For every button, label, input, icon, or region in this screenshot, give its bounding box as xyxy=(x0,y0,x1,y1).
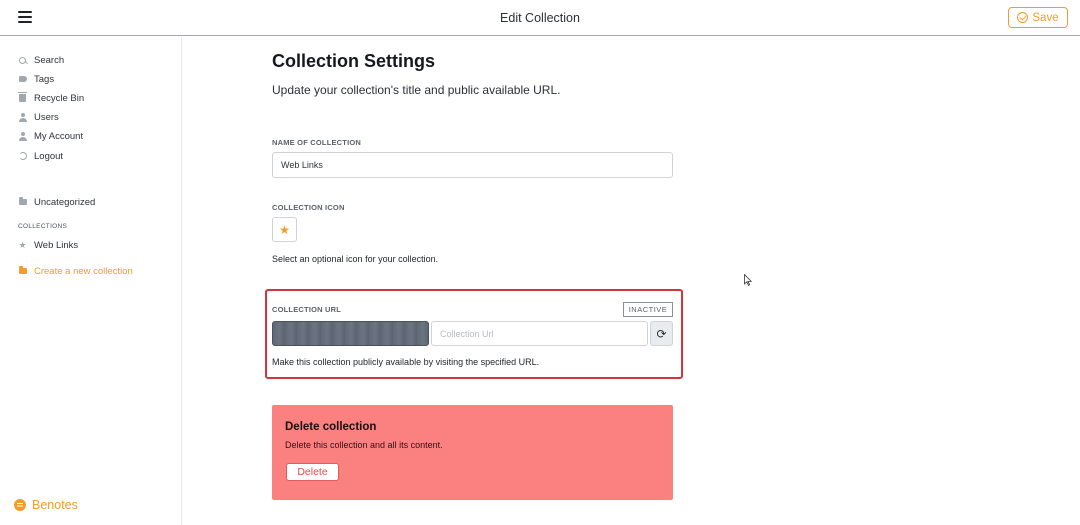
delete-description: Delete this collection and all its conte… xyxy=(285,440,443,450)
delete-collection-panel: Delete collection Delete this collection… xyxy=(272,405,673,500)
sidebar-item-uncategorized[interactable]: Uncategorized xyxy=(18,194,95,210)
create-collection-label: Create a new collection xyxy=(34,265,133,277)
name-label: NAME OF COLLECTION xyxy=(272,138,362,147)
save-button-label: Save xyxy=(1032,11,1059,24)
folder-add-icon xyxy=(18,266,27,276)
sidebar-item-search[interactable]: Search xyxy=(18,52,64,68)
save-button[interactable]: Save xyxy=(1008,7,1068,28)
collection-name-input[interactable] xyxy=(272,152,673,178)
page-title: Edit Collection xyxy=(500,11,580,25)
icon-label: COLLECTION ICON xyxy=(272,203,345,212)
sidebar-item-my-account[interactable]: My Account xyxy=(18,128,83,144)
url-prefix-redacted xyxy=(272,321,429,346)
tag-icon xyxy=(18,75,27,84)
sidebar-item-label: Recycle Bin xyxy=(34,92,85,104)
star-icon: ★ xyxy=(279,222,290,237)
mouse-cursor-icon xyxy=(744,274,752,286)
sidebar-item-web-links[interactable]: ★ Web Links xyxy=(18,237,78,253)
folder-icon xyxy=(18,197,27,207)
sidebar-item-recycle-bin[interactable]: Recycle Bin xyxy=(18,90,84,106)
sidebar-item-label: Users xyxy=(34,111,59,123)
sidebar-item-label: Tags xyxy=(34,73,55,85)
collection-url-input[interactable] xyxy=(431,321,648,346)
sidebar-item-users[interactable]: Users xyxy=(18,109,59,125)
sidebar-item-label: Web Links xyxy=(34,239,79,251)
sidebar-item-label: Logout xyxy=(34,150,64,162)
sidebar-item-label: Search xyxy=(34,54,65,66)
benotes-logo-icon xyxy=(14,499,26,511)
icon-help-text: Select an optional icon for your collect… xyxy=(272,254,439,264)
trash-icon xyxy=(18,92,27,103)
section-title: Collection Settings xyxy=(272,51,436,71)
user-icon xyxy=(18,131,27,141)
check-circle-icon xyxy=(1017,12,1029,23)
star-icon: ★ xyxy=(18,239,27,250)
refresh-icon[interactable]: ⟳ xyxy=(650,321,673,346)
search-icon xyxy=(18,56,27,65)
sidebar-item-label: My Account xyxy=(34,130,84,142)
section-subtitle: Update your collection's title and publi… xyxy=(272,83,561,97)
delete-title: Delete collection xyxy=(285,421,377,433)
create-collection-link[interactable]: Create a new collection xyxy=(18,263,133,279)
sidebar-item-label: Uncategorized xyxy=(34,196,96,208)
top-bar: Edit Collection Save xyxy=(0,0,1080,36)
sidebar-item-logout[interactable]: Logout xyxy=(18,148,63,164)
brand[interactable]: Benotes xyxy=(14,498,78,512)
users-icon xyxy=(18,112,27,122)
brand-name: Benotes xyxy=(32,498,78,512)
logout-icon xyxy=(18,152,27,161)
sidebar: Search Tags Recycle Bin Users My Account… xyxy=(0,37,182,525)
icon-picker-button[interactable]: ★ xyxy=(272,217,297,242)
collections-heading: COLLECTIONS xyxy=(18,223,68,230)
status-badge[interactable]: INACTIVE xyxy=(623,302,673,317)
delete-button[interactable]: Delete xyxy=(286,463,339,481)
sidebar-item-tags[interactable]: Tags xyxy=(18,71,54,87)
